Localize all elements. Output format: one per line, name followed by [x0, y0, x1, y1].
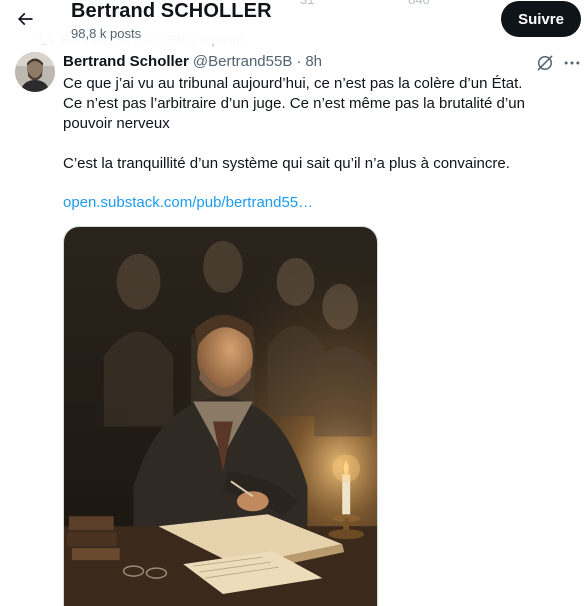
post-count: 98,8 k posts: [71, 26, 142, 41]
tweet-author-row: Bertrand Scholler @Bertrand55B · 8h: [63, 53, 322, 70]
avatar[interactable]: [15, 52, 55, 92]
author-name[interactable]: Bertrand Scholler: [63, 53, 189, 70]
tweet-line: Ce que j’ai vu au tribunal aujourd’hui, …: [63, 75, 523, 92]
grok-icon[interactable]: [535, 53, 555, 73]
header-stats: 31 840: [300, 0, 520, 7]
profile-header: 31 840 Bertrand SCHOLLER 98,8 k posts Su…: [0, 0, 587, 44]
follow-button[interactable]: Suivre: [501, 1, 581, 37]
tweet-line: Ce n’est pas l’arbitraire d’un juge. Ce …: [63, 95, 525, 112]
header-stat-2: 840: [408, 0, 430, 7]
tweet-media-image[interactable]: [63, 226, 378, 606]
more-icon[interactable]: [562, 53, 582, 73]
back-button[interactable]: [8, 2, 42, 36]
author-handle[interactable]: @Bertrand55B: [193, 53, 292, 70]
profile-name: Bertrand SCHOLLER: [71, 0, 272, 22]
tweet-text: Ce que j’ai vu au tribunal aujourd’hui, …: [63, 74, 568, 174]
arrow-left-icon: [17, 12, 33, 26]
tweet-line: C’est la tranquillité d’un système qui s…: [63, 155, 510, 172]
tweet-line: pouvoir nerveux: [63, 115, 170, 132]
tweet-link[interactable]: open.substack.com/pub/bertrand55…: [63, 194, 313, 211]
tweet-time[interactable]: 8h: [305, 53, 322, 70]
separator-dot: ·: [296, 53, 302, 70]
header-stat-1: 31: [300, 0, 314, 7]
